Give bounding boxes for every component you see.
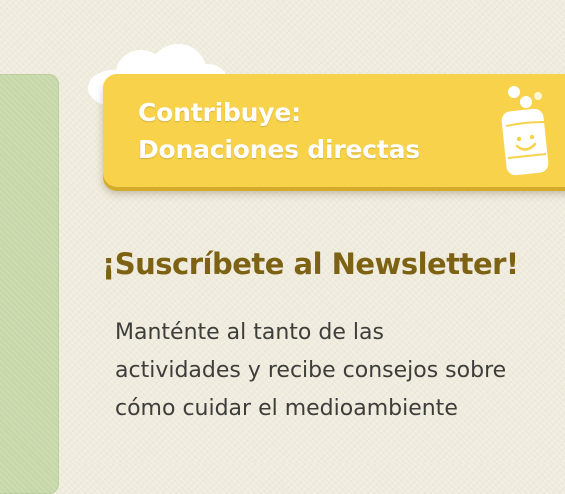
donate-label-line2: Donaciones directas — [138, 135, 420, 164]
newsletter-description: Manténte al tanto de las actividades y r… — [115, 314, 565, 428]
newsletter-description-line: actividades y recibe consejos sobre — [115, 358, 507, 383]
newsletter-description-line: Manténte al tanto de las — [115, 320, 384, 345]
smiling-can-icon — [501, 86, 549, 176]
donate-button[interactable]: Contribuye: Donaciones directas — [103, 74, 565, 187]
donate-label-line1: Contribuye: — [138, 98, 301, 127]
newsletter-heading: ¡Suscríbete al Newsletter! — [102, 247, 519, 281]
sidebar-panel — [0, 74, 59, 494]
newsletter-description-line: cómo cuidar el medioambiente — [115, 396, 458, 421]
donate-button-label: Contribuye: Donaciones directas — [138, 94, 420, 168]
